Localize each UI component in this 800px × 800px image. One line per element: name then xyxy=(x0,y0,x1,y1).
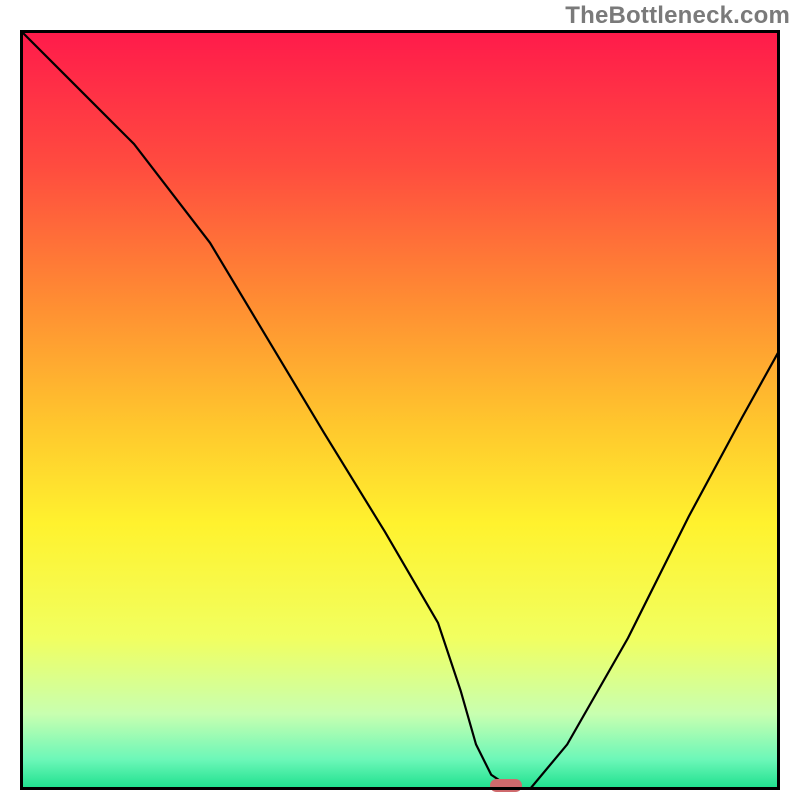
chart-plot-area xyxy=(20,30,780,790)
bottleneck-curve xyxy=(20,30,780,790)
optimum-marker xyxy=(490,779,522,792)
watermark-text: TheBottleneck.com xyxy=(565,2,790,30)
